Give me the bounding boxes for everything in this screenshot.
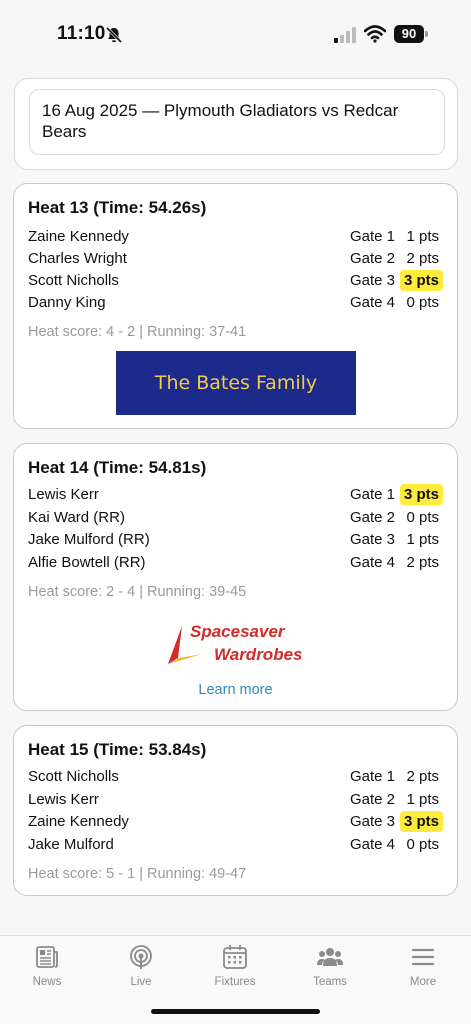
rider-points: 1 pts	[406, 791, 439, 808]
rider-name: Kai Ward (RR)	[28, 509, 125, 526]
rider-gate: Gate 2	[349, 250, 395, 267]
heat-score: Heat score: 4 - 2 | Running: 37-41	[28, 324, 247, 340]
bell-muted-icon	[105, 26, 123, 44]
rider-name: Scott Nicholls	[28, 272, 119, 289]
rider-row: Zaine Kennedy Gate 3 3 pts	[28, 811, 443, 833]
heat-title: Heat 14 (Time: 54.81s)	[28, 458, 207, 477]
tab-label: Teams	[313, 976, 347, 988]
rider-points-winner: 3 pts	[399, 484, 443, 505]
rider-gate: Gate 4	[349, 836, 395, 853]
rider-name: Jake Mulford	[28, 836, 114, 853]
tab-live[interactable]: Live	[101, 944, 181, 988]
sponsor-ad-line1: Spacesaver	[190, 622, 285, 641]
rider-row: Scott Nicholls Gate 3 3 pts	[28, 270, 443, 292]
signal-icon	[334, 27, 356, 43]
rider-points: 1 pts	[406, 531, 439, 548]
rider-points: 0 pts	[406, 509, 439, 526]
broadcast-icon	[130, 945, 152, 969]
people-icon	[317, 948, 343, 966]
fixture-title[interactable]: 16 Aug 2025 — Plymouth Gladiators vs Red…	[29, 89, 445, 155]
sponsor-ad-logo[interactable]: Spacesaver Wardrobes	[162, 618, 312, 670]
rider-gate: Gate 2	[349, 509, 395, 526]
heat-score: Heat score: 5 - 1 | Running: 49-47	[28, 866, 247, 882]
tab-fixtures[interactable]: Fixtures	[195, 944, 275, 988]
rider-row: Lewis Kerr Gate 2 1 pts	[28, 789, 443, 811]
rider-row: Scott Nicholls Gate 1 2 pts	[28, 766, 443, 788]
heat-title: Heat 15 (Time: 53.84s)	[28, 740, 207, 759]
rider-points: 0 pts	[406, 836, 439, 853]
rider-row: Lewis Kerr Gate 1 3 pts	[28, 484, 443, 506]
heat-card: Heat 13 (Time: 54.26s) Zaine Kennedy Gat…	[13, 183, 458, 429]
wifi-icon	[364, 25, 386, 43]
rider-name: Charles Wright	[28, 250, 127, 267]
tab-label: News	[32, 976, 62, 988]
rider-name: Lewis Kerr	[28, 486, 99, 503]
sponsor-ad-line2: Wardrobes	[214, 645, 303, 664]
rider-points: 2 pts	[406, 768, 439, 785]
status-time: 11:10	[57, 23, 106, 44]
rider-row: Jake Mulford Gate 4 0 pts	[28, 834, 443, 856]
tab-news[interactable]: News	[7, 944, 87, 988]
rider-points: 2 pts	[406, 554, 439, 571]
tab-more[interactable]: More	[383, 944, 463, 988]
status-bar: 11:10 90	[0, 0, 471, 62]
heat-score: Heat score: 2 - 4 | Running: 39-45	[28, 584, 247, 600]
battery-icon: 90	[394, 25, 424, 43]
rider-name: Zaine Kennedy	[28, 228, 129, 245]
rider-gate: Gate 2	[349, 791, 395, 808]
menu-icon	[411, 948, 435, 966]
rider-name: Danny King	[28, 294, 106, 311]
tab-teams[interactable]: Teams	[290, 944, 370, 988]
rider-row: Jake Mulford (RR) Gate 3 1 pts	[28, 529, 443, 551]
rider-row: Alfie Bowtell (RR) Gate 4 2 pts	[28, 552, 443, 574]
heat-title: Heat 13 (Time: 54.26s)	[28, 198, 207, 217]
tab-label: Fixtures	[214, 976, 256, 988]
rider-points-winner: 3 pts	[399, 811, 443, 832]
home-indicator	[151, 1009, 320, 1014]
learn-more-link[interactable]: Learn more	[14, 682, 457, 698]
rider-name: Jake Mulford (RR)	[28, 531, 150, 548]
rider-points: 0 pts	[406, 294, 439, 311]
battery-cap	[425, 31, 428, 37]
calendar-icon	[223, 945, 247, 969]
rider-row: Kai Ward (RR) Gate 2 0 pts	[28, 507, 443, 529]
rider-row: Zaine Kennedy Gate 1 1 pts	[28, 226, 443, 248]
rider-points-winner: 3 pts	[399, 270, 443, 291]
rider-name: Zaine Kennedy	[28, 813, 129, 830]
tab-label: More	[409, 976, 437, 988]
rider-gate: Gate 1	[349, 228, 395, 245]
rider-points: 1 pts	[406, 228, 439, 245]
rider-gate: Gate 4	[349, 294, 395, 311]
rider-gate: Gate 3	[349, 813, 395, 830]
rider-gate: Gate 1	[349, 486, 395, 503]
heat-card: Heat 14 (Time: 54.81s) Lewis Kerr Gate 1…	[13, 443, 458, 711]
rider-gate: Gate 3	[349, 272, 395, 289]
sponsor-ad-text: The Bates Family	[154, 372, 318, 394]
tab-label: Live	[130, 976, 152, 988]
rider-gate: Gate 3	[349, 531, 395, 548]
rider-gate: Gate 1	[349, 768, 395, 785]
rider-name: Alfie Bowtell (RR)	[28, 554, 146, 571]
heat-card: Heat 15 (Time: 53.84s) Scott Nicholls Ga…	[13, 725, 458, 896]
fixture-header-card: 16 Aug 2025 — Plymouth Gladiators vs Red…	[14, 78, 458, 170]
rider-row: Charles Wright Gate 2 2 pts	[28, 248, 443, 270]
rider-name: Lewis Kerr	[28, 791, 99, 808]
rider-gate: Gate 4	[349, 554, 395, 571]
sponsor-ad-banner[interactable]: The Bates Family	[116, 351, 356, 415]
rider-name: Scott Nicholls	[28, 768, 119, 785]
rider-row: Danny King Gate 4 0 pts	[28, 292, 443, 314]
newspaper-icon	[36, 946, 58, 968]
rider-points: 2 pts	[406, 250, 439, 267]
